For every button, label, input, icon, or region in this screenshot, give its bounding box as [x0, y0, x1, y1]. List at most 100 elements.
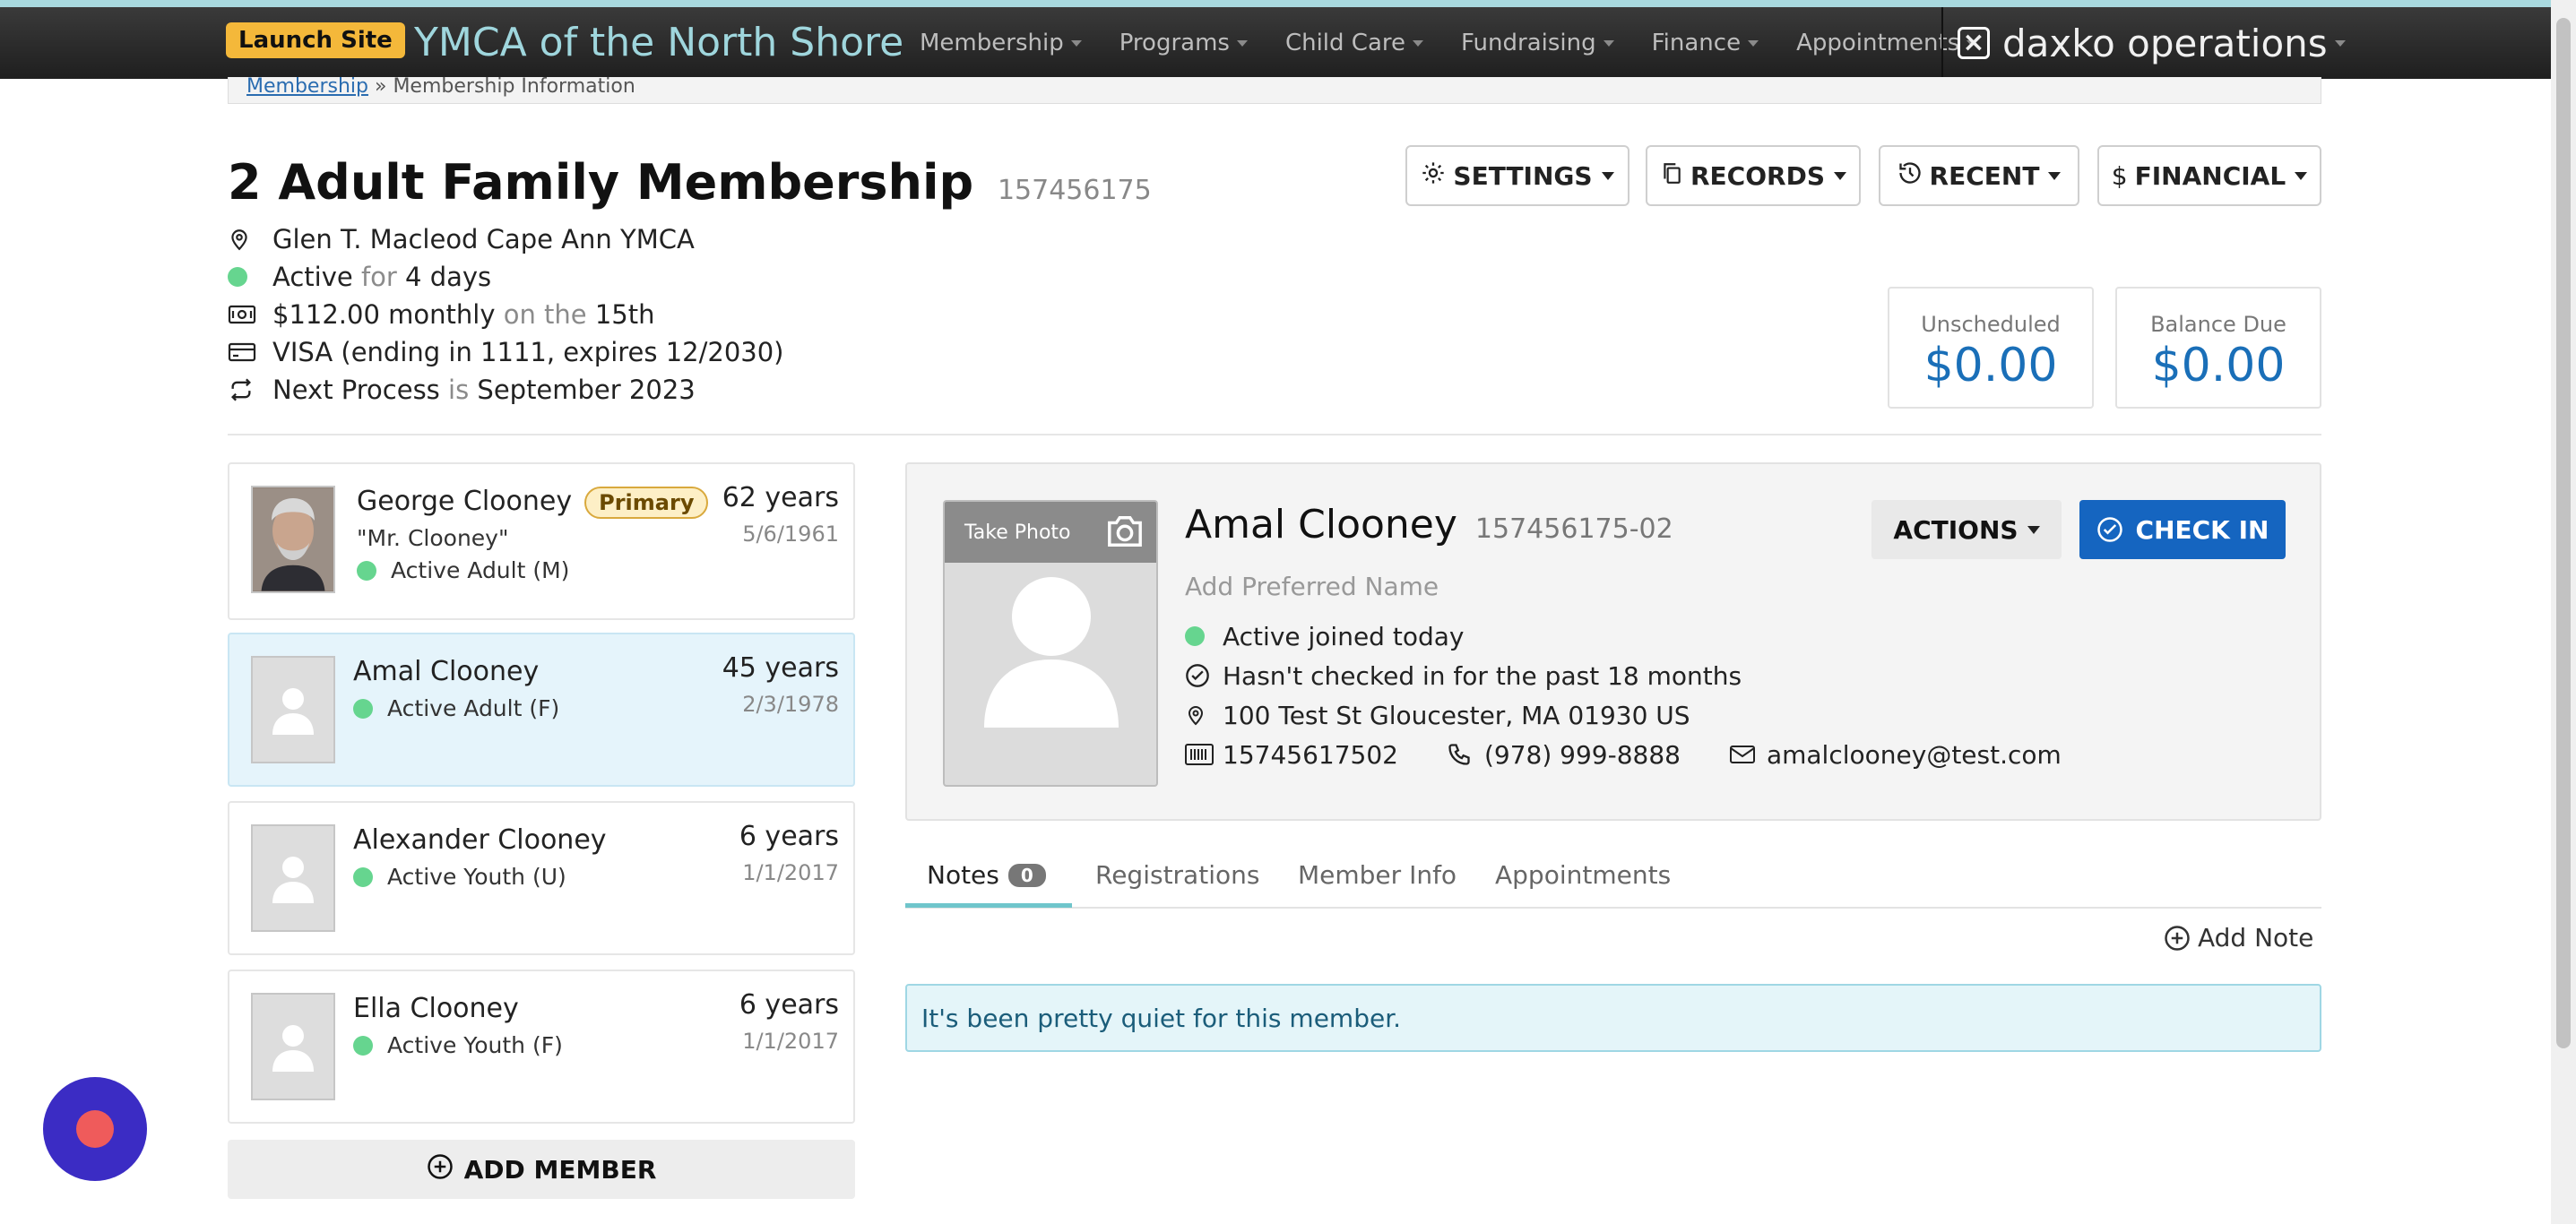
nav-finance[interactable]: Finance — [1652, 30, 1759, 56]
member-status-text: Active Youth (F) — [387, 1032, 563, 1058]
settings-button[interactable]: SETTINGS — [1405, 145, 1629, 206]
member-age: 45 years — [722, 652, 839, 684]
member-address: 100 Test St Gloucester, MA 01930 US — [1223, 700, 1690, 730]
unscheduled-label: Unscheduled — [1921, 312, 2061, 337]
status-connector: for — [360, 262, 397, 292]
nav-appointments[interactable]: Appointments — [1796, 30, 1978, 56]
member-status-text: Active Adult (F) — [387, 695, 560, 721]
status-dot-icon — [353, 866, 373, 887]
nav-programs[interactable]: Programs — [1119, 30, 1248, 56]
product-menu[interactable]: × daxko operations — [1958, 18, 2346, 68]
chevron-down-icon — [1748, 39, 1759, 47]
member-details: Active joined today Hasn't checked in fo… — [1185, 616, 2062, 774]
check-circle-icon — [1185, 663, 1223, 688]
actions-label: ACTIONS — [1893, 514, 2018, 545]
nav-membership[interactable]: Membership — [920, 30, 1082, 56]
billing-amount: $112.00 monthly — [272, 299, 496, 330]
tab-label: Member Info — [1298, 860, 1457, 890]
tab-notes[interactable]: Notes 0 — [927, 860, 1046, 890]
status-dot-icon — [353, 1035, 373, 1056]
member-status: Active Youth (U) — [353, 864, 566, 890]
add-member-button[interactable]: ADD MEMBER — [228, 1140, 855, 1199]
caret-down-icon — [1834, 171, 1846, 180]
add-preferred-name-link[interactable]: Add Preferred Name — [1185, 572, 1439, 601]
member-dob: 5/6/1961 — [742, 521, 839, 547]
member-detail-panel: Take Photo Amal Clooney 157456175-02 Add… — [905, 462, 2321, 821]
member-email[interactable]: amalclooney@test.com — [1767, 740, 2062, 770]
checkin-history-row: Hasn't checked in for the past 18 months — [1185, 656, 2062, 695]
tab-member-info[interactable]: Member Info — [1298, 860, 1457, 890]
member-dob: 2/3/1978 — [742, 692, 839, 717]
dollar-icon: $ — [2111, 160, 2128, 191]
member-id: 157456175-02 — [1474, 513, 1673, 545]
map-pin-icon — [228, 226, 272, 253]
organization-name[interactable]: YMCA of the North Shore — [414, 16, 903, 70]
contact-row: 15745617502 (978) 999-8888 amalclooney@t… — [1185, 735, 2062, 774]
recent-label: RECENT — [1929, 160, 2040, 191]
chevron-down-icon — [1236, 39, 1248, 47]
take-photo-button[interactable]: Take Photo — [945, 502, 1156, 563]
chat-widget-button[interactable] — [43, 1077, 147, 1181]
records-button[interactable]: RECORDS — [1646, 145, 1861, 206]
credit-card-icon — [228, 341, 272, 363]
member-name-row: George Clooney Primary — [357, 486, 709, 519]
daxko-logo-icon: × — [1958, 27, 1990, 59]
balance-due-box: Balance Due $0.00 — [2115, 287, 2321, 409]
top-accent-strip — [0, 0, 2576, 7]
member-status-row: Active joined today — [1185, 616, 2062, 656]
balance-due-value: $0.00 — [2151, 339, 2286, 392]
history-icon — [1897, 160, 1923, 192]
status-dot-icon — [357, 560, 376, 581]
member-card-alexander[interactable]: Alexander Clooney Active Youth (U) 6 yea… — [228, 801, 855, 955]
breadcrumb: Membership » Membership Information — [228, 75, 2321, 104]
member-photo: Take Photo — [943, 500, 1158, 787]
member-age: 6 years — [739, 821, 839, 852]
status-text: Active — [272, 262, 353, 292]
mail-icon — [1729, 744, 1767, 765]
check-in-button[interactable]: CHECK IN — [2079, 500, 2286, 559]
add-note-button[interactable]: Add Note — [2164, 923, 2313, 952]
records-label: RECORDS — [1690, 160, 1825, 191]
tab-registrations[interactable]: Registrations — [1095, 860, 1259, 890]
launch-site-button[interactable]: Launch Site — [226, 22, 405, 58]
branch-name: Glen T. Macleod Cape Ann YMCA — [272, 224, 695, 254]
caret-down-icon — [2295, 171, 2308, 180]
membership-info: Glen T. Macleod Cape Ann YMCA Active for… — [228, 220, 784, 409]
notes-count-badge: 0 — [1007, 863, 1046, 887]
member-card-number: 15745617502 — [1223, 739, 1398, 770]
nav-fundraising[interactable]: Fundraising — [1461, 30, 1614, 56]
recent-button[interactable]: RECENT — [1879, 145, 2079, 206]
breadcrumb-membership-link[interactable]: Membership — [246, 75, 368, 98]
breadcrumb-current: Membership Information — [393, 75, 635, 98]
next-process-date: September 2023 — [477, 375, 696, 405]
status-dot-icon — [228, 267, 272, 287]
scrollbar-thumb[interactable] — [2556, 18, 2571, 1048]
membership-id: 157456175 — [997, 175, 1152, 206]
member-card-amal[interactable]: Amal Clooney Active Adult (F) 45 years 2… — [228, 633, 855, 787]
financial-button[interactable]: $ FINANCIAL — [2097, 145, 2321, 206]
member-card-george[interactable]: George Clooney Primary "Mr. Clooney" Acti… — [228, 462, 855, 620]
take-photo-label: Take Photo — [964, 521, 1071, 544]
billing-row: $112.00 monthly on the 15th — [228, 296, 784, 333]
top-navbar: Launch Site YMCA of the North Shore Memb… — [0, 7, 2576, 79]
chevron-down-icon — [1603, 39, 1614, 47]
primary-badge: Primary — [584, 487, 709, 519]
actions-button[interactable]: ACTIONS — [1871, 500, 2062, 559]
page-title: 2 Adult Family Membership 157456175 — [228, 154, 1152, 211]
address-row: 100 Test St Gloucester, MA 01930 US — [1185, 695, 2062, 735]
caret-down-icon — [1601, 171, 1614, 180]
member-dob: 1/1/2017 — [742, 860, 839, 885]
empty-notes-message: It's been pretty quiet for this member. — [905, 984, 2321, 1052]
tab-appointments[interactable]: Appointments — [1495, 860, 1671, 890]
avatar — [251, 656, 335, 763]
member-card-ella[interactable]: Ella Clooney Active Youth (F) 6 years 1/… — [228, 970, 855, 1124]
nav-child-care[interactable]: Child Care — [1285, 30, 1424, 56]
member-full-name: Amal Clooney — [1185, 502, 1457, 547]
tab-label: Appointments — [1495, 860, 1672, 890]
breadcrumb-separator: » — [374, 75, 387, 98]
member-status-text: Active Adult (M) — [391, 557, 570, 583]
next-process-connector: is — [448, 375, 470, 405]
financial-label: FINANCIAL — [2134, 160, 2286, 191]
gear-icon — [1421, 160, 1446, 192]
avatar — [251, 824, 335, 932]
